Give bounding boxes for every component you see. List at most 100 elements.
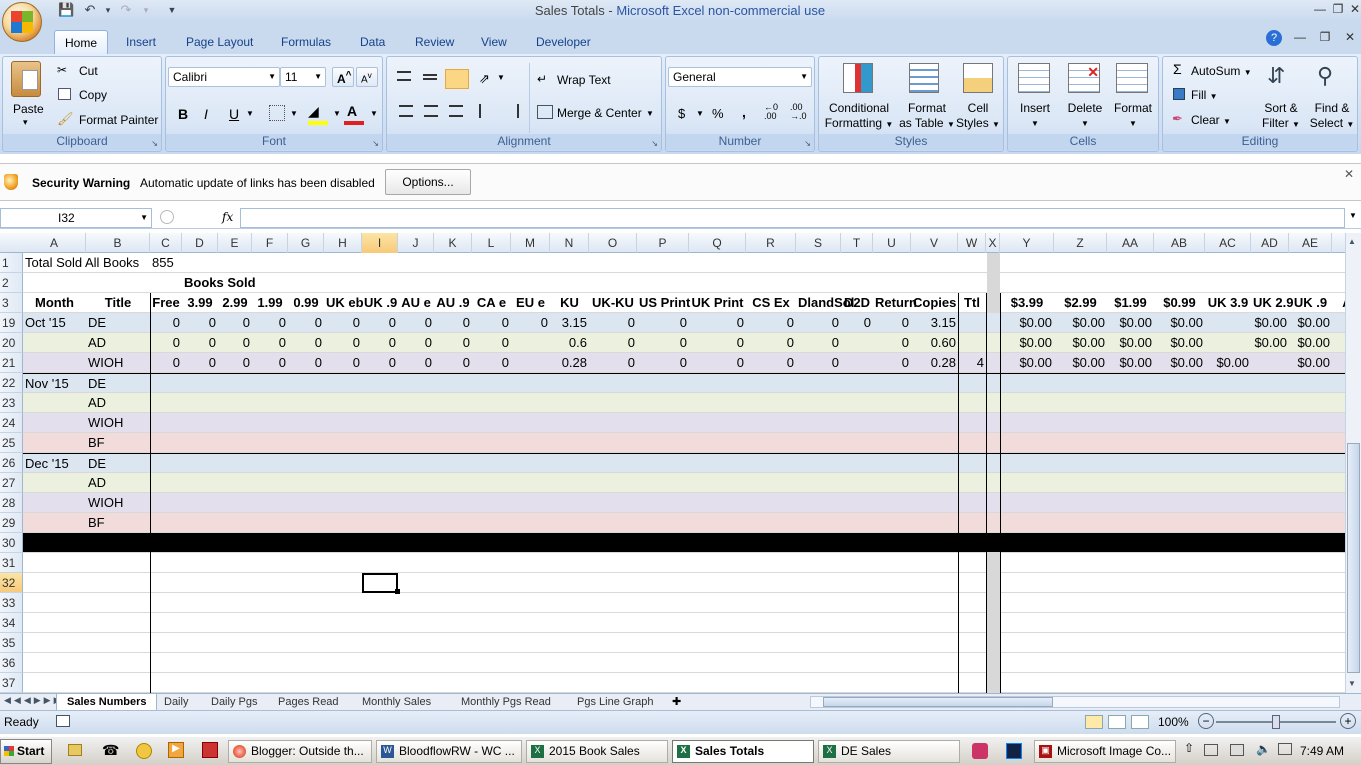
column-header-ad[interactable]: AD — [1251, 233, 1289, 253]
increase-indent-icon[interactable] — [503, 104, 519, 118]
cell[interactable]: 0 — [324, 333, 362, 353]
options-button[interactable]: Options... — [385, 169, 471, 195]
cell[interactable]: 1.99 — [252, 293, 288, 313]
zoom-level[interactable]: 100% — [1158, 715, 1189, 729]
column-header-ae[interactable]: AE — [1289, 233, 1332, 253]
cell[interactable]: 0 — [362, 313, 398, 333]
cell[interactable]: $0.00 — [1251, 333, 1289, 353]
cell[interactable]: 0 — [434, 313, 472, 333]
tray-app-icon-1[interactable] — [972, 743, 988, 759]
cell[interactable]: $0.00 — [1289, 353, 1332, 373]
cell[interactable]: 0 — [689, 313, 746, 333]
column-header-w[interactable]: W — [958, 233, 986, 253]
cell[interactable]: 0 — [637, 333, 689, 353]
quicklaunch-icon-3[interactable] — [136, 743, 152, 759]
cell[interactable]: A — [1332, 293, 1345, 313]
scroll-down-icon[interactable]: ▼ — [1348, 679, 1356, 688]
cell[interactable]: 0 — [589, 313, 637, 333]
taskbar-item-de-sales[interactable]: X DE Sales — [818, 740, 960, 763]
column-header-f[interactable]: F — [252, 233, 288, 253]
cell[interactable]: DE — [86, 374, 150, 394]
column-header-y[interactable]: Y — [1000, 233, 1054, 253]
cell[interactable]: WIOH — [86, 413, 150, 433]
taskbar-item-2015-book-sales[interactable]: X 2015 Book Sales — [526, 740, 668, 763]
comma-button[interactable]: , — [742, 104, 746, 120]
tray-icon-1[interactable] — [1204, 744, 1218, 756]
tray-network-icon[interactable] — [1230, 744, 1244, 756]
cell[interactable]: $0.00 — [1251, 313, 1289, 333]
cell[interactable]: AD — [86, 333, 150, 353]
cell[interactable]: 0 — [150, 333, 182, 353]
insert-sheet-icon[interactable]: ✚ — [672, 695, 681, 708]
cell[interactable]: $0.00 — [1000, 313, 1054, 333]
decrease-indent-icon[interactable] — [479, 104, 495, 118]
row-header[interactable]: 30 — [0, 533, 23, 553]
shrink-font-icon[interactable]: Av — [356, 67, 378, 87]
cell-styles-button[interactable]: Cell Styles ▼ — [953, 101, 1003, 132]
font-size-select[interactable]: 11 ▼ — [280, 67, 326, 87]
cell[interactable]: $0.00 — [1154, 313, 1205, 333]
cell[interactable]: 0 — [398, 353, 434, 373]
cell[interactable]: $0.00 — [1107, 333, 1154, 353]
sheet-tab-daily-pgs[interactable]: Daily Pgs — [201, 694, 267, 711]
cell[interactable]: $0.00 — [1107, 353, 1154, 373]
align-center-icon[interactable] — [424, 105, 438, 117]
cell[interactable]: 0 — [324, 353, 362, 373]
cell[interactable]: BF — [86, 513, 150, 533]
cell[interactable]: 0 — [511, 313, 550, 333]
cell[interactable]: CA e — [472, 293, 511, 313]
tab-data[interactable]: Data — [350, 30, 395, 54]
decrease-decimal-icon[interactable]: .00 →.0 — [790, 103, 807, 121]
font-launcher-icon[interactable]: ↘ — [372, 139, 379, 148]
cell[interactable]: 0 — [288, 313, 324, 333]
column-header-aa[interactable]: AA — [1107, 233, 1154, 253]
orientation-icon[interactable]: ⇗ — [479, 71, 490, 87]
format-button[interactable]: Format ▼ — [1110, 101, 1156, 129]
horizontal-scrollbar[interactable] — [810, 696, 1340, 708]
cell[interactable]: 0 — [637, 353, 689, 373]
column-header-ac[interactable]: AC — [1205, 233, 1251, 253]
minimize-icon[interactable]: — — [1310, 2, 1330, 18]
cell[interactable]: 0 — [746, 333, 796, 353]
cell[interactable]: 3.99 — [182, 293, 218, 313]
cell[interactable]: 0 — [637, 313, 689, 333]
borders-dropdown-icon[interactable]: ▼ — [290, 109, 298, 118]
paste-button[interactable]: Paste — [13, 102, 44, 116]
page-break-view-icon[interactable] — [1131, 715, 1149, 729]
cell[interactable]: UK Print — [689, 293, 746, 313]
taskbar-item-image-composer[interactable]: ▣ Microsoft Image Co... — [1034, 740, 1176, 763]
cell[interactable]: $0.00 — [1000, 333, 1054, 353]
insert-function-icon[interactable]: fx — [222, 210, 233, 224]
cell[interactable]: 0 — [218, 353, 252, 373]
cell[interactable]: 0 — [182, 333, 218, 353]
cell[interactable]: AD — [86, 473, 150, 493]
column-header-s[interactable]: S — [796, 233, 841, 253]
cell[interactable]: 0.28 — [911, 353, 958, 373]
cell[interactable]: DlandSol — [796, 293, 854, 313]
currency-button[interactable]: $ — [678, 106, 685, 121]
cell[interactable]: $2.99 — [1054, 293, 1107, 313]
cell[interactable]: Oct '15 — [23, 313, 86, 333]
cell[interactable]: CS Ex — [746, 293, 796, 313]
tab-formulas[interactable]: Formulas — [271, 30, 341, 54]
redo-dropdown-icon[interactable]: ▾ — [138, 2, 154, 18]
sheet-nav-arrows-icon[interactable]: ◀◀◀▶▶▶ — [4, 695, 64, 706]
number-format-select[interactable]: General ▼ — [668, 67, 812, 87]
cell[interactable]: 0 — [218, 333, 252, 353]
clipboard-launcher-icon[interactable]: ↘ — [151, 139, 158, 148]
tray-app-icon-2[interactable] — [1006, 743, 1022, 759]
copy-button[interactable]: Copy — [79, 88, 107, 102]
tab-review[interactable]: Review — [405, 30, 464, 54]
cell[interactable]: $0.00 — [1289, 333, 1332, 353]
undo-dropdown-icon[interactable]: ▾ — [100, 2, 116, 18]
explorer-quicklaunch-icon[interactable] — [68, 744, 82, 756]
cell[interactable]: 0 — [150, 353, 182, 373]
help-icon[interactable]: ? — [1266, 30, 1282, 46]
cell[interactable]: US Print — [637, 293, 690, 313]
autosum-button[interactable]: AutoSum ▼ — [1191, 64, 1252, 78]
sort-filter-button[interactable]: Sort & Filter ▼ — [1259, 101, 1303, 132]
column-header-m[interactable]: M — [511, 233, 550, 253]
column-header-j[interactable]: J — [398, 233, 434, 253]
borders-icon[interactable] — [269, 105, 285, 121]
close-icon[interactable]: ✕ — [1345, 2, 1361, 18]
